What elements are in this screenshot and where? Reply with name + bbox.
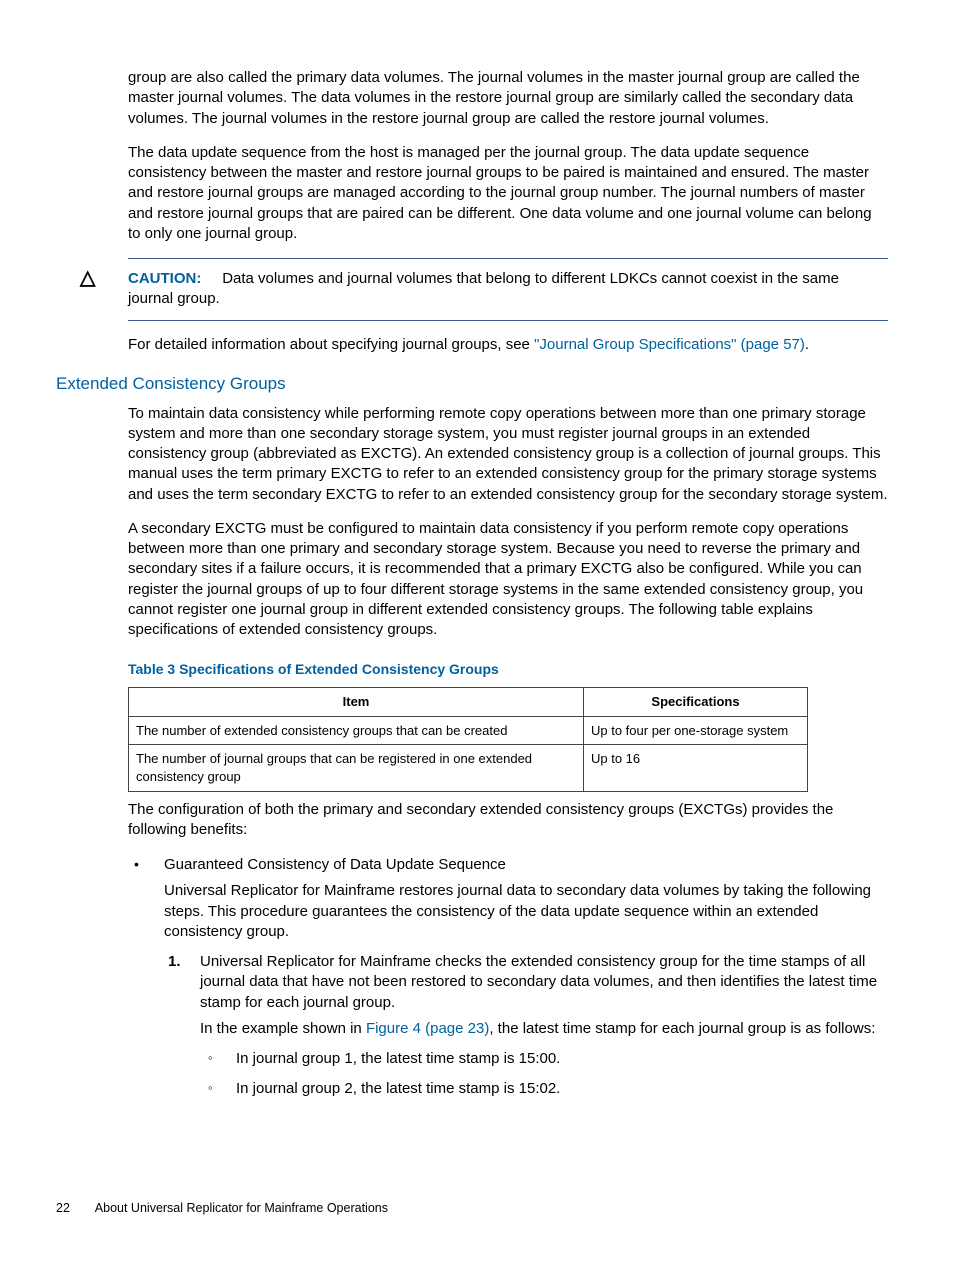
table-row: The number of extended consistency group… xyxy=(129,716,808,745)
spec-table: Item Specifications The number of extend… xyxy=(128,687,808,791)
cell-spec: Up to 16 xyxy=(584,745,808,791)
paragraph: The configuration of both the primary an… xyxy=(128,800,888,841)
step-item: 1. Universal Replicator for Mainframe ch… xyxy=(164,952,898,1100)
paragraph: The data update sequence from the host i… xyxy=(128,143,888,244)
section-heading: Extended Consistency Groups xyxy=(56,373,898,396)
sub-item: In journal group 2, the latest time stam… xyxy=(200,1079,898,1099)
text: , the latest time stamp for each journal… xyxy=(489,1020,875,1037)
cell-item: The number of extended consistency group… xyxy=(129,716,584,745)
page-footer: 22 About Universal Replicator for Mainfr… xyxy=(56,1200,898,1217)
paragraph: group are also called the primary data v… xyxy=(128,68,888,129)
sub-item: In journal group 1, the latest time stam… xyxy=(200,1049,898,1069)
text: In the example shown in xyxy=(200,1020,366,1037)
benefit-body: Universal Replicator for Mainframe resto… xyxy=(164,881,898,942)
table-header-row: Item Specifications xyxy=(129,688,808,717)
page-number: 22 xyxy=(56,1200,92,1217)
benefit-title: Guaranteed Consistency of Data Update Se… xyxy=(164,856,506,873)
sub-list: In journal group 1, the latest time stam… xyxy=(200,1049,898,1100)
step-number: 1. xyxy=(168,952,181,972)
caution-text: Data volumes and journal volumes that be… xyxy=(128,270,839,307)
caution-block: △ CAUTION: Data volumes and journal volu… xyxy=(128,258,888,321)
paragraph: For detailed information about specifyin… xyxy=(128,335,888,355)
cell-item: The number of journal groups that can be… xyxy=(129,745,584,791)
steps-list: 1. Universal Replicator for Mainframe ch… xyxy=(164,952,898,1100)
table-caption: Table 3 Specifications of Extended Consi… xyxy=(128,660,898,679)
step-example: In the example shown in Figure 4 (page 2… xyxy=(200,1019,898,1039)
col-item: Item xyxy=(129,688,584,717)
text: For detailed information about specifyin… xyxy=(128,336,534,353)
paragraph: To maintain data consistency while perfo… xyxy=(128,404,888,505)
paragraph: A secondary EXCTG must be configured to … xyxy=(128,519,888,641)
footer-title: About Universal Replicator for Mainframe… xyxy=(95,1201,388,1215)
caution-label: CAUTION: xyxy=(128,270,201,287)
journal-group-spec-link[interactable]: "Journal Group Specifications" (page 57) xyxy=(534,336,805,353)
list-item: Guaranteed Consistency of Data Update Se… xyxy=(128,855,898,1100)
step-text: Universal Replicator for Mainframe check… xyxy=(200,953,877,1011)
benefits-list: Guaranteed Consistency of Data Update Se… xyxy=(128,855,898,1100)
warning-triangle-icon: △ xyxy=(80,265,95,292)
table-row: The number of journal groups that can be… xyxy=(129,745,808,791)
figure-link[interactable]: Figure 4 (page 23) xyxy=(366,1020,489,1037)
cell-spec: Up to four per one-storage system xyxy=(584,716,808,745)
text: . xyxy=(805,336,809,353)
col-spec: Specifications xyxy=(584,688,808,717)
